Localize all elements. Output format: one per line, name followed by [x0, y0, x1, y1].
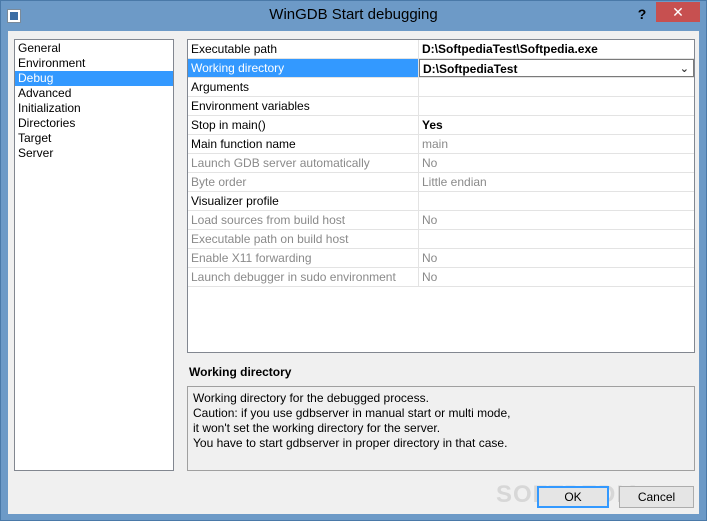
category-directories[interactable]: Directories [15, 116, 173, 131]
property-row-executable-path-build-host: Executable path on build host [188, 230, 694, 249]
description-line: it won't set the working directory for t… [193, 421, 441, 435]
property-value[interactable] [419, 192, 694, 210]
property-row-environment-variables[interactable]: Environment variables [188, 97, 694, 116]
property-value[interactable]: Yes [419, 116, 694, 134]
description-title: Working directory [189, 365, 292, 379]
property-name: Visualizer profile [188, 192, 419, 210]
property-row-stop-in-main[interactable]: Stop in main() Yes [188, 116, 694, 135]
dialog-window: WinGDB Start debugging ? ✕ General Envir… [0, 0, 707, 521]
property-name: Enable X11 forwarding [188, 249, 419, 267]
property-name: Arguments [188, 78, 419, 96]
property-name: Executable path [188, 40, 419, 58]
property-name: Load sources from build host [188, 211, 419, 229]
property-name: Launch debugger in sudo environment [188, 268, 419, 286]
close-button[interactable]: ✕ [656, 2, 700, 22]
dialog-client-area: General Environment Debug Advanced Initi… [8, 31, 699, 514]
property-name: Launch GDB server automatically [188, 154, 419, 172]
property-name: Stop in main() [188, 116, 419, 134]
property-name: Working directory [188, 59, 419, 77]
property-value: Little endian [422, 175, 487, 189]
category-general[interactable]: General [15, 41, 173, 56]
property-value[interactable]: main [419, 135, 694, 153]
help-button[interactable]: ? [632, 4, 652, 24]
property-value: No [422, 156, 438, 170]
property-row-load-sources: Load sources from build host No [188, 211, 694, 230]
description-line: Caution: if you use gdbserver in manual … [193, 406, 511, 420]
description-line: Working directory for the debugged proce… [193, 391, 429, 405]
property-value[interactable] [419, 97, 694, 115]
property-grid: Executable path D:\SoftpediaTest\Softped… [187, 39, 695, 353]
category-debug[interactable]: Debug [15, 71, 173, 86]
window-title: WinGDB Start debugging [269, 6, 438, 23]
property-row-byte-order: Byte order Little endian [188, 173, 694, 192]
property-row-executable-path[interactable]: Executable path D:\SoftpediaTest\Softped… [188, 40, 694, 59]
property-name: Environment variables [188, 97, 419, 115]
category-advanced[interactable]: Advanced [15, 86, 173, 101]
title-bar[interactable]: WinGDB Start debugging ? ✕ [1, 1, 706, 31]
description-line: You have to start gdbserver in proper di… [193, 436, 508, 450]
category-environment[interactable]: Environment [15, 56, 173, 71]
property-value: No [422, 251, 438, 265]
property-name: Main function name [188, 135, 419, 153]
property-row-launch-gdb-server: Launch GDB server automatically No [188, 154, 694, 173]
description-box: Working directory for the debugged proce… [187, 386, 695, 471]
cancel-button[interactable]: Cancel [619, 486, 694, 508]
chevron-down-icon[interactable]: ⌄ [680, 60, 689, 76]
property-value[interactable]: D:\SoftpediaTest\Softpedia.exe [419, 40, 694, 58]
category-target[interactable]: Target [15, 131, 173, 146]
property-row-visualizer-profile[interactable]: Visualizer profile [188, 192, 694, 211]
category-server[interactable]: Server [15, 146, 173, 161]
property-row-sudo-environment: Launch debugger in sudo environment No [188, 268, 694, 287]
working-directory-dropdown[interactable]: D:\SoftpediaTest ⌄ [419, 59, 694, 77]
property-value: D:\SoftpediaTest [423, 62, 518, 76]
category-list[interactable]: General Environment Debug Advanced Initi… [14, 39, 174, 471]
property-value[interactable] [419, 78, 694, 96]
property-row-arguments[interactable]: Arguments [188, 78, 694, 97]
property-value: No [422, 270, 438, 284]
property-value: No [422, 213, 438, 227]
category-initialization[interactable]: Initialization [15, 101, 173, 116]
property-row-main-function-name[interactable]: Main function name main [188, 135, 694, 154]
ok-button[interactable]: OK [537, 486, 609, 508]
property-row-x11-forwarding: Enable X11 forwarding No [188, 249, 694, 268]
property-value [419, 230, 694, 248]
property-name: Byte order [188, 173, 419, 191]
property-name: Executable path on build host [188, 230, 419, 248]
property-row-working-directory[interactable]: Working directory D:\SoftpediaTest ⌄ [188, 59, 694, 78]
